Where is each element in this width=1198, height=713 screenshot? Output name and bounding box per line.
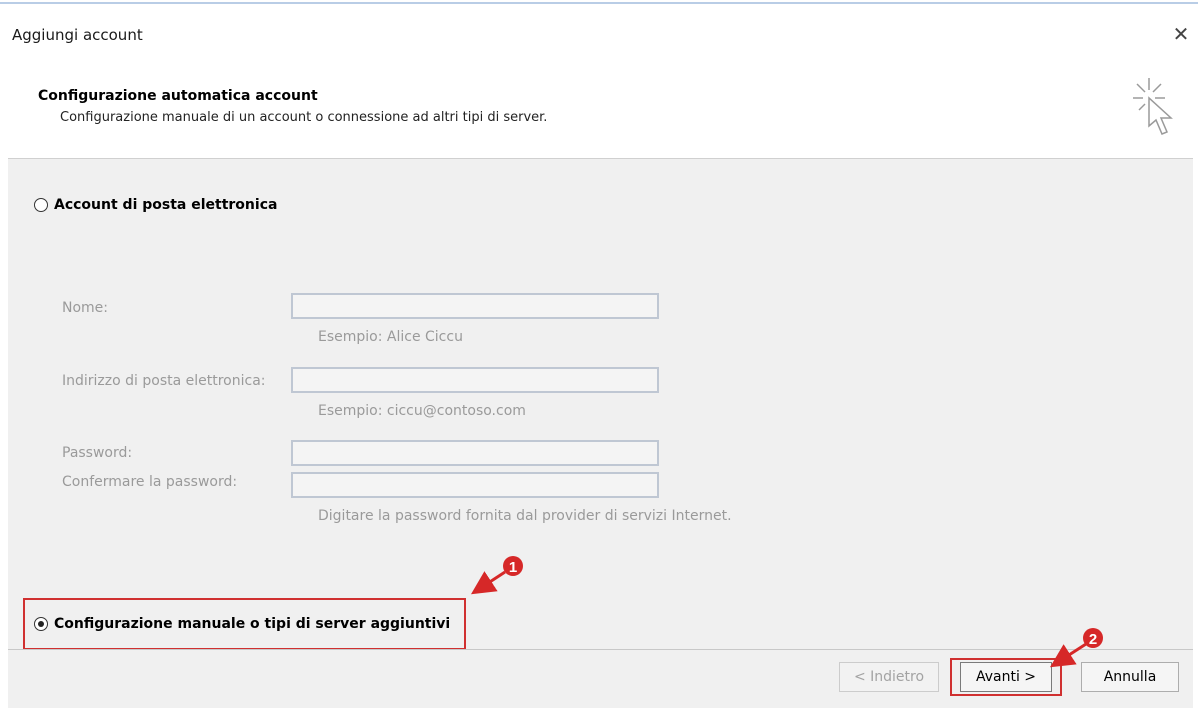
name-field[interactable] <box>291 293 659 319</box>
name-hint: Esempio: Alice Ciccu <box>318 329 463 345</box>
confirm-password-label: Confermare la password: <box>62 474 238 490</box>
wizard-header: Configurazione automatica account Config… <box>8 54 1193 159</box>
cancel-button[interactable]: Annulla <box>1081 662 1179 692</box>
wizard-content: Account di posta elettronica Nome: Esemp… <box>8 159 1193 650</box>
title-bar: Aggiungi account ✕ <box>8 14 1193 54</box>
email-account-label[interactable]: Account di posta elettronica <box>54 197 277 213</box>
dialog-title: Aggiungi account <box>12 26 143 44</box>
wizard-cursor-icon <box>1133 78 1173 135</box>
name-label: Nome: <box>62 300 109 316</box>
password-hint: Digitare la password fornita dal provide… <box>318 508 732 524</box>
window-top-edge <box>0 0 1198 4</box>
wizard-footer: < Indietro Avanti > Annulla <box>8 650 1193 708</box>
next-button[interactable]: Avanti > <box>960 662 1052 692</box>
manual-config-label[interactable]: Configurazione manuale o tipi di server … <box>54 616 450 632</box>
manual-config-radio[interactable] <box>34 617 48 631</box>
close-icon[interactable]: ✕ <box>1169 22 1193 46</box>
confirm-password-field[interactable] <box>291 472 659 498</box>
add-account-dialog: Aggiungi account ✕ Configurazione automa… <box>8 14 1193 708</box>
email-hint: Esempio: ciccu@contoso.com <box>318 403 526 419</box>
back-button[interactable]: < Indietro <box>839 662 939 692</box>
email-account-radio[interactable] <box>34 198 48 212</box>
password-label: Password: <box>62 445 133 461</box>
email-label: Indirizzo di posta elettronica: <box>62 373 266 389</box>
email-field[interactable] <box>291 367 659 393</box>
header-subtitle: Configurazione manuale di un account o c… <box>60 110 548 125</box>
header-title: Configurazione automatica account <box>38 88 318 104</box>
password-field[interactable] <box>291 440 659 466</box>
